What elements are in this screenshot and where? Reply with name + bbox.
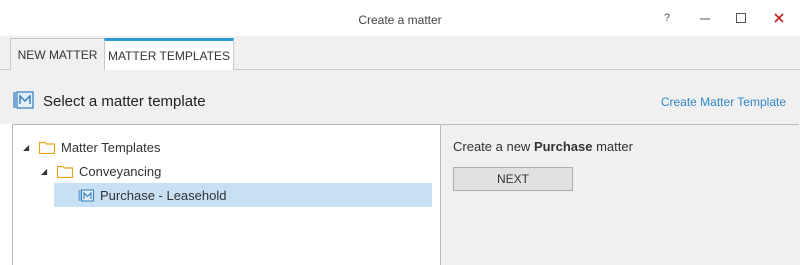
create-matter-description: Create a new Purchase matter [453, 139, 633, 154]
help-button[interactable]: ? [653, 6, 681, 30]
tab-matter-templates[interactable]: MATTER TEMPLATES [104, 38, 234, 71]
maximize-icon [736, 13, 746, 23]
close-button[interactable] [765, 6, 793, 30]
folder-icon [39, 141, 55, 154]
matter-template-icon [78, 189, 94, 202]
close-icon [774, 13, 784, 23]
template-tree: ◢ Matter Templates ◢ Conveyancing Purcha… [13, 125, 440, 265]
expanded-caret-icon[interactable]: ◢ [41, 167, 53, 176]
title-bar: Create a matter ? [0, 0, 800, 36]
minimize-button[interactable] [691, 6, 719, 30]
section-header: Select a matter template Create Matter T… [0, 70, 800, 124]
tree-item-label: Purchase - Leasehold [100, 187, 227, 203]
content-panel: ◢ Matter Templates ◢ Conveyancing Purcha… [12, 124, 800, 265]
minimize-icon [700, 18, 710, 20]
expanded-caret-icon[interactable]: ◢ [23, 143, 35, 152]
maximize-button[interactable] [727, 6, 755, 30]
matter-type: Purchase [533, 139, 593, 154]
folder-icon [57, 165, 73, 178]
tree-item-label: Conveyancing [79, 163, 162, 179]
tree-item-conveyancing[interactable]: ◢ Conveyancing [41, 159, 161, 183]
tree-item-matter-templates[interactable]: ◢ Matter Templates [23, 135, 160, 159]
tab-strip: NEW MATTER MATTER TEMPLATES [0, 36, 800, 71]
tab-new-matter[interactable]: NEW MATTER [10, 38, 105, 70]
tree-item-purchase-leasehold[interactable]: Purchase - Leasehold [54, 183, 432, 207]
action-pane: Create a new Purchase matter NEXT [440, 125, 800, 265]
matter-template-icon [12, 91, 34, 112]
tree-item-label: Matter Templates [61, 139, 161, 155]
create-matter-template-link[interactable]: Create Matter Template [661, 95, 786, 109]
next-button[interactable]: NEXT [453, 167, 573, 191]
help-icon: ? [663, 12, 671, 24]
page-title: Select a matter template [43, 93, 206, 110]
